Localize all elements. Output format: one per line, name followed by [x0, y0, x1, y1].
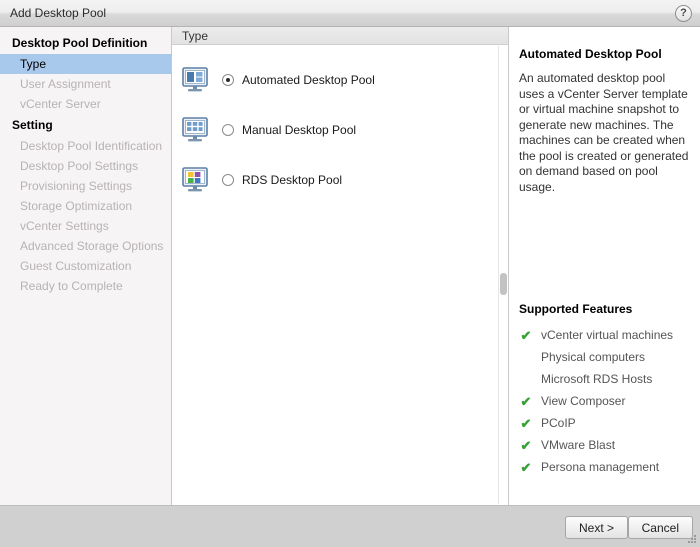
supported-features-section: Supported Features ✔ vCenter virtual mac…: [519, 302, 699, 478]
sidebar-item-user-assignment: User Assignment: [20, 77, 111, 91]
wizard-steps-sidebar: Desktop Pool Definition Type User Assign…: [0, 27, 172, 505]
sidebar-item-storage-optimization: Storage Optimization: [20, 199, 133, 213]
pool-type-option-list: Automated Desktop Pool Manual Desktop Po…: [172, 45, 508, 205]
monitor-color-tiles-icon: [180, 165, 210, 195]
sidebar-item-advanced-storage-options: Advanced Storage Options: [20, 239, 164, 253]
check-icon: ✔: [520, 393, 532, 409]
radio-automated-desktop-pool[interactable]: [222, 74, 234, 86]
feature-row: ✔ VMware Blast: [519, 434, 699, 456]
option-automated-desktop-pool[interactable]: Automated Desktop Pool: [172, 55, 508, 105]
sidebar-item-vcenter-server: vCenter Server: [20, 97, 101, 111]
window-title: Add Desktop Pool: [10, 6, 107, 20]
check-icon-absent: ✔: [519, 351, 533, 364]
feature-row: ✔ Persona management: [519, 456, 699, 478]
sidebar-item-vcenter-settings: vCenter Settings: [20, 219, 109, 233]
add-desktop-pool-dialog: Add Desktop Pool ? Desktop Pool Definiti…: [0, 0, 700, 547]
details-title: Automated Desktop Pool: [519, 47, 662, 61]
check-icon: ✔: [520, 437, 532, 453]
feature-label: Persona management: [541, 460, 660, 474]
feature-label: VMware Blast: [541, 438, 616, 452]
check-icon: ✔: [520, 327, 532, 343]
check-icon: ✔: [520, 415, 532, 431]
sidebar-group-desktop-pool-definition: Desktop Pool Definition: [12, 36, 148, 50]
check-icon: ✔: [520, 459, 532, 475]
sidebar-item-desktop-pool-identification: Desktop Pool Identification: [20, 139, 163, 153]
option-manual-desktop-pool[interactable]: Manual Desktop Pool: [172, 105, 508, 155]
option-rds-desktop-pool[interactable]: RDS Desktop Pool: [172, 155, 508, 205]
feature-row: ✔ Physical computers: [519, 346, 699, 368]
radio-rds-desktop-pool[interactable]: [222, 174, 234, 186]
option-label-automated-desktop-pool[interactable]: Automated Desktop Pool: [242, 73, 375, 87]
check-icon-absent: ✔: [519, 373, 533, 386]
details-description: An automated desktop pool uses a vCenter…: [519, 71, 689, 194]
dialog-footer: Next > Cancel: [0, 505, 700, 547]
option-label-rds-desktop-pool[interactable]: RDS Desktop Pool: [242, 173, 342, 187]
feature-row: ✔ PCoIP: [519, 412, 699, 434]
feature-row: ✔ vCenter virtual machines: [519, 324, 699, 346]
feature-label: PCoIP: [541, 416, 576, 430]
supported-features-title: Supported Features: [519, 302, 633, 316]
sidebar-item-type[interactable]: Type: [0, 54, 171, 74]
sidebar-item-desktop-pool-settings: Desktop Pool Settings: [20, 159, 139, 173]
radio-manual-desktop-pool[interactable]: [222, 124, 234, 136]
panel-scrollbar[interactable]: [498, 46, 507, 504]
panel-header: Type: [172, 27, 508, 45]
panel-header-label: Type: [182, 29, 209, 43]
cancel-button[interactable]: Cancel: [627, 516, 693, 539]
monitor-grid-icon: [180, 115, 210, 145]
sidebar-item-guest-customization: Guest Customization: [20, 259, 132, 273]
panel-scrollbar-thumb[interactable]: [500, 273, 507, 295]
sidebar-item-ready-to-complete: Ready to Complete: [20, 279, 123, 293]
feature-label: vCenter virtual machines: [541, 328, 674, 342]
feature-row: ✔ Microsoft RDS Hosts: [519, 368, 699, 390]
title-bar: Add Desktop Pool ?: [0, 0, 700, 27]
help-icon[interactable]: ?: [675, 5, 692, 22]
option-label-manual-desktop-pool[interactable]: Manual Desktop Pool: [242, 123, 356, 137]
sidebar-item-provisioning-settings: Provisioning Settings: [20, 179, 133, 193]
monitor-automated-icon: [180, 65, 210, 95]
feature-row: ✔ View Composer: [519, 390, 699, 412]
next-button[interactable]: Next >: [564, 516, 628, 539]
feature-label: Microsoft RDS Hosts: [541, 372, 653, 386]
feature-label: View Composer: [541, 394, 626, 408]
feature-label: Physical computers: [541, 350, 646, 364]
dialog-body: Desktop Pool Definition Type User Assign…: [0, 27, 700, 505]
details-panel: Automated Desktop Pool An automated desk…: [509, 27, 700, 505]
resize-grip[interactable]: [688, 535, 697, 544]
pool-type-panel: Type Automated Desktop Pool Manual Deskt…: [172, 27, 509, 505]
sidebar-group-setting: Setting: [12, 118, 53, 132]
